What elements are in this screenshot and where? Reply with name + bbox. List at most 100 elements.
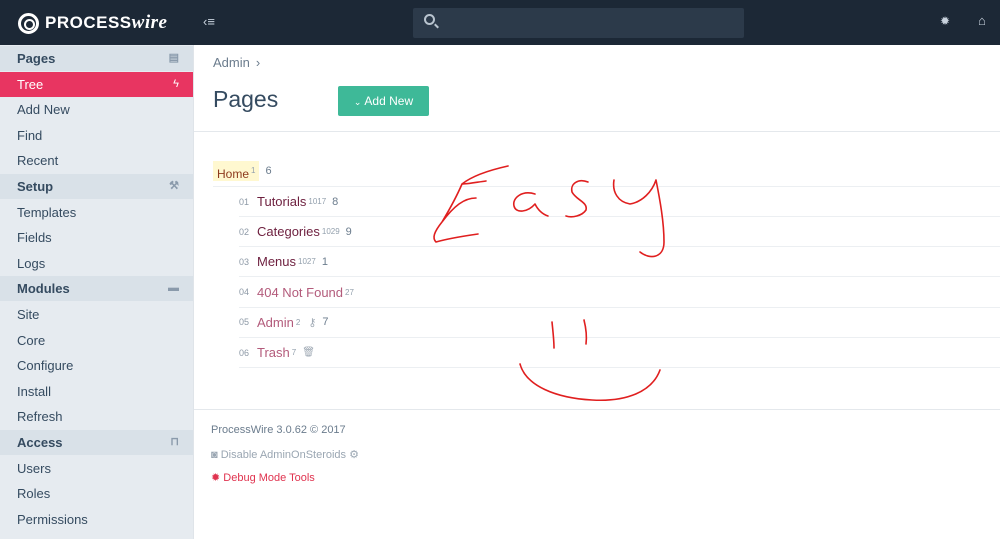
sidebar-item-access[interactable]: Access ⊓ [0,430,193,455]
sidebar-item-label: Pages [17,51,56,66]
sidebar-item-roles[interactable]: Roles [0,481,193,506]
page-id: 1017 [308,197,327,206]
add-new-label: Add New [364,94,414,108]
page-title-link[interactable]: 404 Not Found [257,285,343,300]
home-icon[interactable]: ⌂ [978,13,986,28]
page-title-link[interactable]: Categories [257,224,320,239]
wrench-icon: ⚒ [169,180,179,192]
tree-row[interactable]: 03 Menus 1027 1 [239,247,1000,278]
sidebar-item-label: Core [17,332,46,348]
sidebar-item-core[interactable]: Core [0,328,193,353]
sidebar-item-pages[interactable]: Pages ▤ [0,46,193,71]
child-count: 9 [345,225,352,238]
child-count: 8 [332,195,339,208]
search-icon [424,14,435,25]
tree-home-row[interactable]: Home 1 6 [213,161,272,181]
sidebar-item-label: Access [17,435,63,450]
debug-mode-tools-link[interactable]: ✹ Debug Mode Tools [211,471,315,484]
sidebar-item-add-new[interactable]: Add New [0,97,193,122]
breadcrumb-admin[interactable]: Admin [213,55,250,70]
key-icon: ⚷ [308,316,317,329]
sidebar-item-logs[interactable]: Logs [0,251,193,276]
top-bar: PROCESSwire ‹≡ ✹ ⌂ [0,0,1000,45]
home-page-link[interactable]: Home 1 [213,161,260,181]
bolt-icon: ϟ [173,77,179,90]
breadcrumb-separator: › [255,55,261,70]
sidebar-item-label: Recent [17,153,59,169]
breadcrumb: Admin › [213,55,260,70]
sidebar-item-label: Configure [17,358,74,374]
search-box[interactable] [413,8,744,38]
chevron-down-icon: ⌄ [353,97,362,107]
tree-row[interactable]: 01 Tutorials 1017 8 [239,187,1000,217]
divider [194,409,1000,410]
sidebar-item-label: Add New [17,102,70,118]
sidebar-item-setup[interactable]: Setup ⚒ [0,174,193,199]
sort-number: 05 [239,317,250,328]
sidebar-item-label: Modules [17,281,70,297]
tree-row[interactable]: 04 404 Not Found 27 [239,278,1000,308]
sidebar-item-label: Refresh [17,409,63,425]
child-count: 1 [321,255,328,268]
sidebar: Pages ▤ Tree ϟ Add New Find Recent Setup ⚒ Templa… [0,45,194,539]
sidebar-item-install[interactable]: Install [0,379,193,404]
child-count: 7 [322,316,329,329]
page-id: 2 [295,317,301,327]
sidebar-item-label: Roles [17,486,51,502]
page-title-link[interactable]: Admin [257,315,294,330]
page-id: 7 [291,348,297,357]
sidebar-item-modules[interactable]: Modules ▬ [0,276,193,302]
sidebar-item-users[interactable]: Users [0,456,193,481]
sort-number: 06 [239,347,250,358]
page-title-link[interactable]: Menus [257,254,296,269]
sidebar-item-label: Users [17,460,51,476]
unlock-icon: ⊓ [170,436,179,448]
sidebar-item-refresh[interactable]: Refresh [0,404,193,429]
camera-icon: ◙ [211,449,221,461]
add-new-button[interactable]: ⌄ Add New [338,86,429,116]
sidebar-item-label: Find [17,127,43,143]
page-id: 1029 [321,227,340,237]
bug-icon[interactable]: ✹ [940,14,950,28]
sort-number: 01 [239,196,250,207]
processwire-logo[interactable]: PROCESSwire [18,12,167,34]
footer-version: ProcessWire 3.0.62 © 2017 [211,424,346,436]
sidebar-item-tree[interactable]: Tree ϟ [0,71,193,97]
sidebar-item-templates[interactable]: Templates [0,200,193,225]
page-title-link[interactable]: Trash [257,345,290,360]
sidebar-item-find[interactable]: Find [0,123,193,148]
logo-text: PROCESSwire [45,12,168,33]
sidebar-item-configure[interactable]: Configure [0,353,193,378]
sidebar-item-site[interactable]: Site [0,302,193,327]
file-icon: ▤ [168,52,179,64]
processwire-logo-icon [18,12,39,34]
bug-icon: ✹ [211,472,224,484]
sidebar-item-label: Logs [17,255,46,271]
sidebar-item-label: Setup [17,179,54,194]
tree-row[interactable]: 05 Admin 2 ⚷ 7 [239,308,1000,338]
tree-row[interactable]: 06 Trash 7 🗑 [239,338,1000,368]
sidebar-item-recent[interactable]: Recent [0,148,193,173]
sidebar-item-permissions[interactable]: Permissions [0,507,193,532]
page-title: Pages [213,86,279,112]
disable-aos-link[interactable]: ◙ Disable AdminOnSteroids ⚙ [211,448,359,461]
search-input[interactable] [445,13,735,33]
child-count: 6 [265,165,272,177]
page-id: 1 [251,166,256,175]
divider [194,131,1000,132]
page-id: 27 [345,287,354,297]
sidebar-item-label: Permissions [17,511,88,527]
sidebar-collapse-icon[interactable]: ‹≡ [203,14,215,29]
tree-row[interactable]: 02 Categories 1029 9 [239,217,1000,248]
sidebar-item-label: Templates [17,204,77,220]
trash-icon: 🗑 [302,347,315,358]
sort-number: 04 [239,287,250,298]
sidebar-item-label: Tree [17,76,44,92]
sidebar-item-fields[interactable]: Fields [0,225,193,250]
sidebar-item-label: Site [17,307,40,322]
gear-icon: ⚙ [349,449,359,461]
briefcase-icon: ▬ [168,282,179,295]
page-title-link[interactable]: Tutorials [257,194,306,209]
sort-number: 02 [239,226,250,237]
sidebar-item-label: Install [17,383,51,399]
